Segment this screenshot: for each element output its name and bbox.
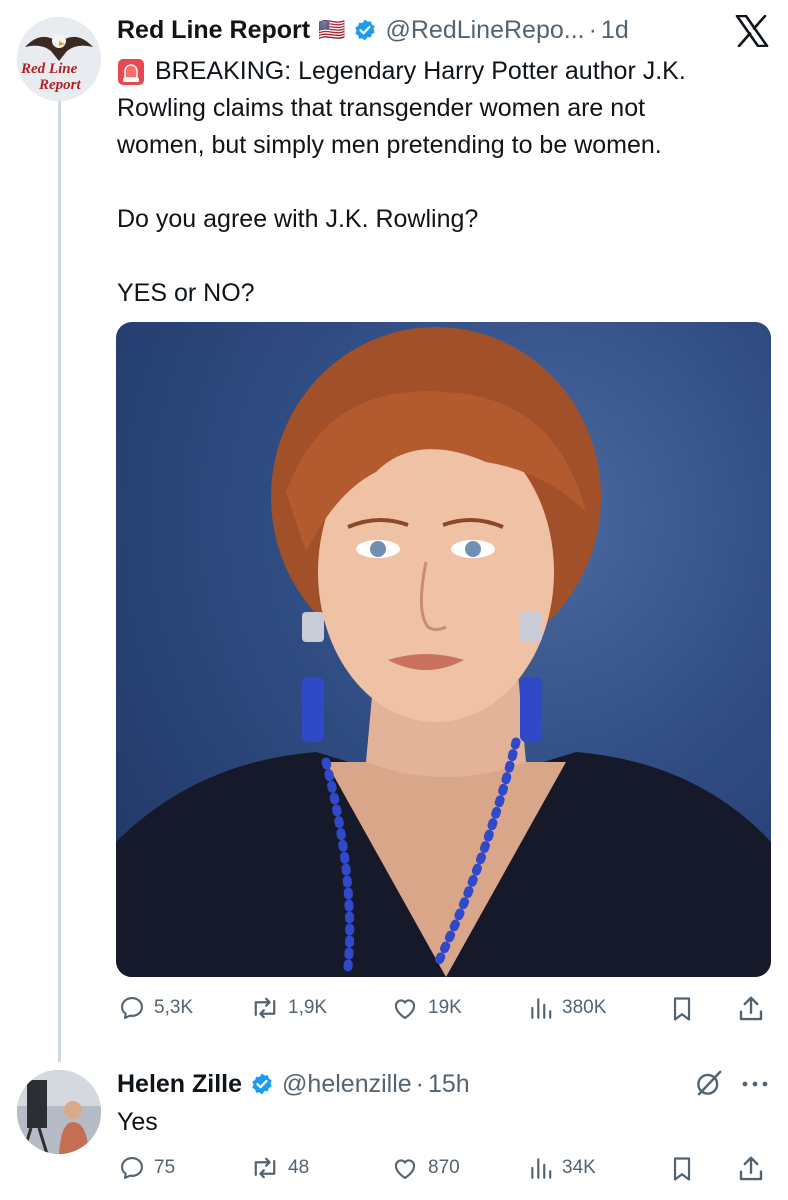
like-button[interactable]: 870 (390, 1154, 460, 1182)
avatar-text-1: Red Line (21, 61, 78, 77)
views-chart-icon (531, 1158, 552, 1179)
tweet-line-2: Rowling claims that transgender women ar… (117, 94, 646, 122)
repost-count: 48 (288, 1157, 310, 1178)
thread-line (58, 100, 61, 1062)
reply-button[interactable]: 5,3K (118, 994, 193, 1022)
views-button[interactable]: 380K (528, 994, 606, 1022)
repost-button[interactable]: 1,9K (250, 994, 327, 1022)
share-icon (739, 1156, 763, 1181)
bookmark-button[interactable] (668, 994, 696, 1029)
like-button[interactable]: 19K (390, 994, 462, 1022)
heart-icon (394, 1159, 416, 1179)
repost-count: 1,9K (288, 997, 328, 1018)
x-logo-icon[interactable] (735, 14, 769, 52)
reply-button[interactable]: 75 (118, 1154, 175, 1182)
separator-dot: · (588, 15, 597, 44)
share-button[interactable] (736, 994, 766, 1029)
bookmark-icon (673, 997, 691, 1021)
verified-badge-icon (355, 19, 376, 41)
tweet-header: Red Line Report 🇺🇸 @RedLineRepo... · 1d (117, 12, 629, 48)
share-icon (739, 996, 763, 1021)
portrait-illustration (116, 327, 771, 977)
reply-header: Helen Zille @helenzille · 15h (117, 1066, 470, 1102)
verified-badge-icon (252, 1073, 272, 1095)
reply-text: Yes (117, 1108, 158, 1136)
tweet-line-3: women, but simply men pretending to be w… (117, 131, 662, 159)
red-line-report-avatar[interactable]: Red Line Report (17, 17, 101, 101)
person-photo-icon (17, 1070, 101, 1154)
reply-icon (121, 997, 143, 1019)
grok-icon[interactable] (694, 1068, 724, 1103)
separator-dot: · (415, 1069, 424, 1098)
tweet-line-5: YES or NO? (117, 279, 255, 307)
like-count: 870 (428, 1157, 460, 1178)
repost-icon (254, 997, 276, 1019)
tweet-actions: 5,3K 1,9K 19K 380K (118, 992, 774, 1026)
reply-actions: 75 48 870 34K (118, 1152, 774, 1186)
siren-icon (118, 58, 144, 85)
repost-icon (254, 1157, 276, 1179)
more-options-icon[interactable] (740, 1076, 770, 1094)
reply-author-name[interactable]: Helen Zille (117, 1070, 242, 1099)
reply-count: 75 (154, 1157, 176, 1178)
reply-icon (121, 1157, 143, 1179)
bookmark-button[interactable] (668, 1154, 696, 1189)
reply-author-handle[interactable]: @helenzille (282, 1070, 412, 1099)
author-handle[interactable]: @RedLineRepo... (385, 16, 584, 45)
views-count: 380K (562, 997, 607, 1018)
avatar-text-2: Report (39, 77, 81, 93)
views-chart-icon (531, 998, 552, 1019)
author-name[interactable]: Red Line Report (117, 16, 310, 45)
us-flag-icon: 🇺🇸 (318, 17, 346, 42)
tweet-line-1: BREAKING: Legendary Harry Potter author … (155, 57, 686, 85)
bookmark-icon (673, 1157, 691, 1181)
tweet-line-4: Do you agree with J.K. Rowling? (117, 205, 479, 233)
reply-count: 5,3K (154, 997, 194, 1018)
reply-time[interactable]: 15h (428, 1070, 470, 1099)
views-button[interactable]: 34K (528, 1154, 596, 1182)
share-button[interactable] (736, 1154, 766, 1189)
heart-icon (394, 999, 416, 1019)
tweet-photo[interactable] (116, 322, 771, 977)
like-count: 19K (428, 997, 462, 1018)
tweet-time[interactable]: 1d (601, 16, 629, 45)
tweet-body: BREAKING: Legendary Harry Potter author … (117, 53, 777, 312)
repost-button[interactable]: 48 (250, 1154, 309, 1182)
views-count: 34K (562, 1157, 596, 1178)
helen-zille-avatar[interactable] (17, 1070, 101, 1154)
